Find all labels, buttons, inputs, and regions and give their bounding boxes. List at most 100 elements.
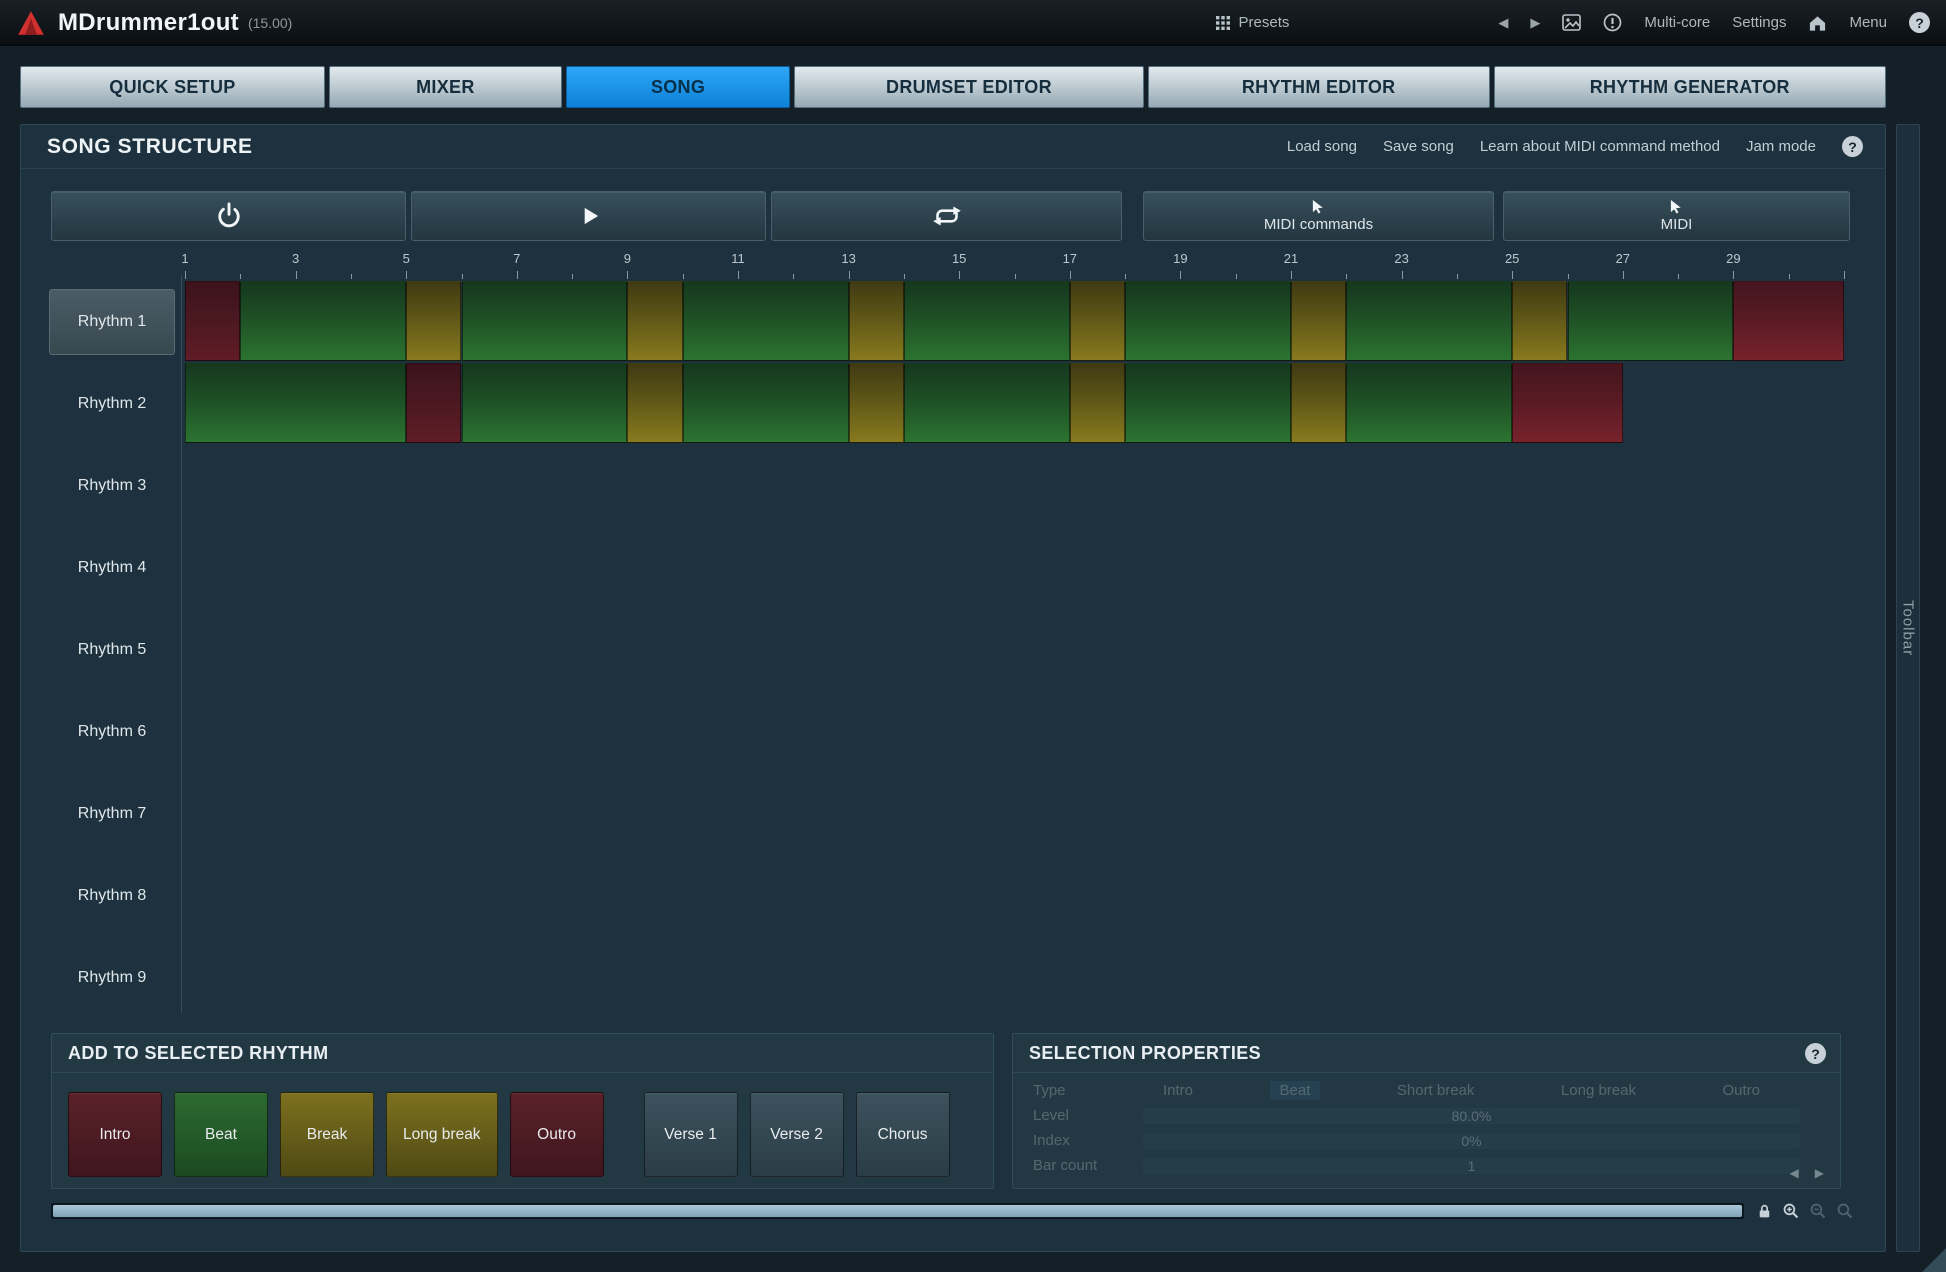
song-block-beat[interactable]	[1346, 281, 1512, 361]
song-block-beat[interactable]	[904, 281, 1070, 361]
zoom-fit-icon[interactable]	[1836, 1202, 1854, 1220]
ruler-tick	[683, 274, 684, 279]
song-block-beat[interactable]	[1346, 363, 1512, 443]
add-button-long-break[interactable]: Long break	[386, 1092, 498, 1177]
index-value: 0%	[1461, 1133, 1481, 1149]
tab-drumset-editor[interactable]: DRUMSET EDITOR	[794, 66, 1144, 108]
song-block-intro[interactable]	[406, 363, 461, 443]
toolbar-strip[interactable]: Toolbar	[1896, 124, 1920, 1252]
play-button[interactable]	[411, 191, 766, 241]
multicore-button[interactable]: Multi-core	[1644, 14, 1710, 31]
loop-button[interactable]	[771, 191, 1122, 241]
song-block-break[interactable]	[1070, 363, 1125, 443]
song-block-beat[interactable]	[1568, 281, 1734, 361]
tab-mixer[interactable]: MIXER	[329, 66, 562, 108]
scrollbar-thumb[interactable]	[53, 1205, 1742, 1217]
add-button-intro[interactable]: Intro	[68, 1092, 162, 1177]
global-help-icon[interactable]: ?	[1909, 12, 1930, 33]
save-song-link[interactable]: Save song	[1383, 138, 1454, 155]
song-block-break[interactable]	[1291, 281, 1346, 361]
add-button-beat[interactable]: Beat	[174, 1092, 268, 1177]
load-song-link[interactable]: Load song	[1287, 138, 1357, 155]
rhythm-label-rhythm-8[interactable]: Rhythm 8	[49, 855, 175, 937]
song-block-beat[interactable]	[1125, 363, 1291, 443]
type-option-beat[interactable]: Beat	[1270, 1081, 1321, 1100]
rhythm-label-rhythm-7[interactable]: Rhythm 7	[49, 773, 175, 855]
add-button-outro[interactable]: Outro	[510, 1092, 604, 1177]
ruler-tick	[1733, 271, 1734, 279]
song-block-intro[interactable]	[185, 281, 240, 361]
level-slider[interactable]: 80.0%	[1143, 1108, 1800, 1124]
tab-song[interactable]: SONG	[566, 66, 790, 108]
tab-quick-setup[interactable]: QUICK SETUP	[20, 66, 325, 108]
home-icon[interactable]	[1808, 14, 1827, 32]
jam-mode-link[interactable]: Jam mode	[1746, 138, 1816, 155]
song-help-icon[interactable]: ?	[1842, 136, 1863, 157]
song-block-beat[interactable]	[1125, 281, 1291, 361]
add-button-chorus[interactable]: Chorus	[856, 1092, 950, 1177]
type-option-long-break[interactable]: Long break	[1551, 1081, 1646, 1100]
zoom-out-icon[interactable]	[1809, 1202, 1827, 1220]
index-slider[interactable]: 0%	[1143, 1133, 1800, 1149]
rhythm-label-rhythm-6[interactable]: Rhythm 6	[49, 691, 175, 773]
song-block-break[interactable]	[849, 363, 904, 443]
song-block-beat[interactable]	[904, 363, 1070, 443]
type-option-intro[interactable]: Intro	[1153, 1081, 1203, 1100]
alert-icon[interactable]	[1603, 13, 1622, 32]
song-block-beat[interactable]	[462, 363, 628, 443]
tab-rhythm-generator[interactable]: RHYTHM GENERATOR	[1494, 66, 1887, 108]
song-block-beat[interactable]	[240, 281, 406, 361]
song-block-break[interactable]	[1291, 363, 1346, 443]
song-block-outro[interactable]	[1512, 363, 1623, 443]
melda-logo[interactable]	[16, 8, 46, 38]
selection-next-button[interactable]: ▶	[1815, 1166, 1824, 1180]
ruler-tick	[517, 271, 518, 279]
rhythm-label-rhythm-3[interactable]: Rhythm 3	[49, 445, 175, 527]
selection-help-icon[interactable]: ?	[1805, 1043, 1826, 1064]
song-block-break[interactable]	[1512, 281, 1567, 361]
song-grid[interactable]	[185, 281, 1871, 1021]
rhythm-label-rhythm-9[interactable]: Rhythm 9	[49, 937, 175, 1019]
preset-image-icon[interactable]	[1562, 14, 1581, 31]
type-option-outro[interactable]: Outro	[1712, 1081, 1770, 1100]
song-block-beat[interactable]	[462, 281, 628, 361]
song-block-break[interactable]	[627, 281, 682, 361]
next-preset-button[interactable]: ▶	[1530, 15, 1540, 31]
song-block-beat[interactable]	[185, 363, 406, 443]
ruler-number: 13	[841, 251, 855, 266]
level-value: 80.0%	[1452, 1108, 1492, 1124]
midi-button[interactable]: MIDI	[1503, 191, 1850, 241]
selection-prev-button[interactable]: ◀	[1790, 1166, 1799, 1180]
midi-commands-button[interactable]: MIDI commands	[1143, 191, 1494, 241]
song-block-outro[interactable]	[1733, 281, 1844, 361]
ruler-number: 17	[1063, 251, 1077, 266]
menu-button[interactable]: Menu	[1849, 14, 1887, 31]
song-block-break[interactable]	[406, 281, 461, 361]
rhythm-label-rhythm-5[interactable]: Rhythm 5	[49, 609, 175, 691]
lock-icon[interactable]	[1756, 1203, 1773, 1220]
ruler-tick	[462, 274, 463, 279]
song-block-beat[interactable]	[683, 363, 849, 443]
ruler-number: 1	[181, 251, 188, 266]
add-button-verse-1[interactable]: Verse 1	[644, 1092, 738, 1177]
horizontal-scrollbar[interactable]	[51, 1203, 1744, 1219]
rhythm-label-rhythm-1[interactable]: Rhythm 1	[49, 289, 175, 355]
power-button[interactable]	[51, 191, 406, 241]
song-block-beat[interactable]	[683, 281, 849, 361]
rhythm-label-rhythm-4[interactable]: Rhythm 4	[49, 527, 175, 609]
add-button-verse-2[interactable]: Verse 2	[750, 1092, 844, 1177]
zoom-in-icon[interactable]	[1782, 1202, 1800, 1220]
song-block-break[interactable]	[1070, 281, 1125, 361]
type-option-short-break[interactable]: Short break	[1387, 1081, 1485, 1100]
song-block-break[interactable]	[849, 281, 904, 361]
rhythm-label-rhythm-2[interactable]: Rhythm 2	[49, 363, 175, 445]
tab-rhythm-editor[interactable]: RHYTHM EDITOR	[1148, 66, 1490, 108]
resize-grip[interactable]	[1922, 1248, 1946, 1272]
midi-learn-link[interactable]: Learn about MIDI command method	[1480, 138, 1720, 155]
previous-preset-button[interactable]: ◀	[1498, 15, 1508, 31]
settings-button[interactable]: Settings	[1732, 14, 1786, 31]
bar-count-field[interactable]: 1	[1143, 1158, 1800, 1174]
presets-button[interactable]: Presets	[1215, 14, 1290, 31]
add-button-break[interactable]: Break	[280, 1092, 374, 1177]
song-block-break[interactable]	[627, 363, 682, 443]
